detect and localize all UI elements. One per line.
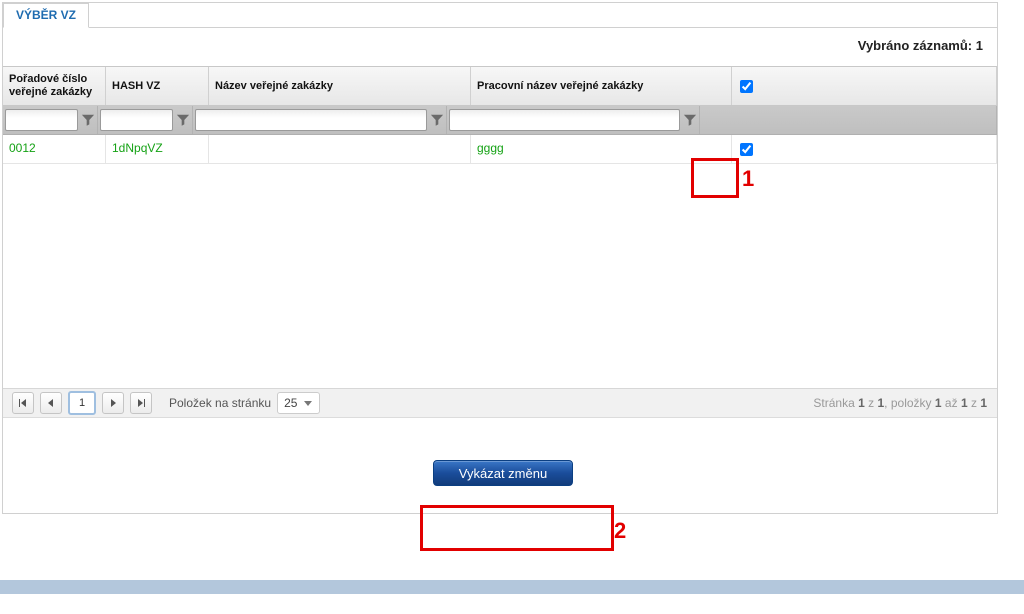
cell-name bbox=[209, 135, 471, 163]
pager: 1 Položek na stránku 25 Stránka 1 bbox=[3, 388, 997, 417]
chevron-down-icon bbox=[303, 398, 313, 408]
filter-icon[interactable] bbox=[81, 113, 95, 127]
filter-input-name[interactable] bbox=[195, 109, 427, 131]
filter-input-hash[interactable] bbox=[100, 109, 173, 131]
cell-hash: 1dNpqVZ bbox=[106, 135, 209, 163]
col-header-workname[interactable]: Pracovní název veřejné zakázky bbox=[471, 67, 732, 105]
action-area: Vykázat změnu bbox=[3, 417, 997, 513]
selected-records-bar: Vybráno záznamů: 1 bbox=[3, 28, 997, 66]
page-first-button[interactable] bbox=[12, 392, 34, 414]
filter-icon[interactable] bbox=[176, 113, 190, 127]
col-header-select-all bbox=[732, 67, 997, 105]
tabstrip: VÝBĚR VZ bbox=[3, 3, 997, 28]
cell-workname: gggg bbox=[471, 135, 732, 163]
annotation-label-1: 1 bbox=[742, 166, 754, 192]
pager-info: Stránka 1 z 1, položky 1 až 1 z 1 bbox=[813, 396, 987, 410]
filter-icon[interactable] bbox=[430, 113, 444, 127]
page-size-label: Položek na stránku bbox=[169, 396, 271, 410]
annotation-label-2: 2 bbox=[614, 518, 626, 544]
bottom-strip bbox=[0, 580, 1024, 594]
page-last-button[interactable] bbox=[130, 392, 152, 414]
grid: Pořadové číslo veřejné zakázky HASH VZ N… bbox=[3, 66, 997, 417]
tab-vyber-vz[interactable]: VÝBĚR VZ bbox=[3, 3, 89, 28]
col-header-hash[interactable]: HASH VZ bbox=[106, 67, 209, 105]
panel: VÝBĚR VZ Vybráno záznamů: 1 Pořadové čís… bbox=[2, 2, 998, 514]
grid-body: 0012 1dNpqVZ gggg bbox=[3, 135, 997, 388]
submit-change-button[interactable]: Vykázat změnu bbox=[433, 460, 573, 486]
cell-order-no: 0012 bbox=[3, 135, 106, 163]
filter-input-workname[interactable] bbox=[449, 109, 680, 131]
grid-header: Pořadové číslo veřejné zakázky HASH VZ N… bbox=[3, 66, 997, 106]
cell-select bbox=[732, 135, 997, 163]
col-header-name[interactable]: Název veřejné zakázky bbox=[209, 67, 471, 105]
page-prev-button[interactable] bbox=[40, 392, 62, 414]
row-checkbox[interactable] bbox=[740, 143, 753, 156]
page-size-select[interactable]: 25 bbox=[277, 392, 320, 414]
grid-filter-row bbox=[3, 106, 997, 135]
page-next-button[interactable] bbox=[102, 392, 124, 414]
selected-label: Vybráno záznamů: bbox=[858, 38, 972, 53]
filter-icon[interactable] bbox=[683, 113, 697, 127]
col-header-order-no[interactable]: Pořadové číslo veřejné zakázky bbox=[3, 67, 106, 105]
select-all-checkbox[interactable] bbox=[740, 80, 753, 93]
table-row[interactable]: 0012 1dNpqVZ gggg bbox=[3, 135, 997, 164]
filter-input-order-no[interactable] bbox=[5, 109, 78, 131]
page-number-input[interactable]: 1 bbox=[68, 391, 96, 415]
selected-count: 1 bbox=[976, 38, 983, 53]
